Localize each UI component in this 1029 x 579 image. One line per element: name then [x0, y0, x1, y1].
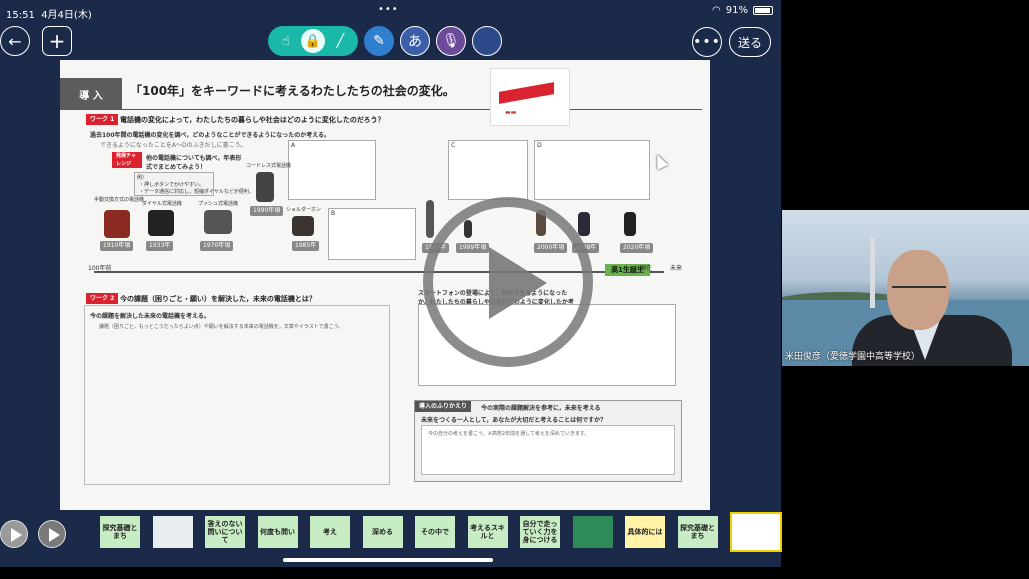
thumbnail-card[interactable]: 何度も問い: [257, 516, 298, 548]
answer-box-d[interactable]: D: [534, 140, 650, 200]
answer-box-a[interactable]: A: [288, 140, 376, 200]
example-box: 例） ・押しボタンでかけやすい。 ・データ通信に対応し，短縮ダイヤルなどが便利。: [134, 172, 254, 196]
timeline-now: 現在: [640, 265, 653, 272]
thumbnail-card[interactable]: 答えのない問いについて: [205, 516, 245, 548]
publisher-logo: ▬▬: [490, 68, 570, 126]
challenge-tag: 発展チャレンジ: [112, 152, 142, 168]
glasses-icon: [892, 286, 946, 296]
phone-label-2: ダイヤル式電話機: [142, 201, 182, 207]
ellipsis-icon: •••: [693, 34, 721, 50]
work1-step1: 過去100年間の電話機の変化を調べ，どのようなことができるようになったのか考える…: [90, 132, 331, 139]
reflection-box[interactable]: 導入のふりかえり 今の実際の課題解決を参考に，未来を考える 未来をつくる一人とし…: [414, 400, 682, 482]
thumbnail-replay-button[interactable]: [38, 520, 66, 548]
status-time: 15:51 4月4日(木): [6, 10, 92, 21]
thumbnail-card[interactable]: 考えるスキルと: [467, 516, 508, 548]
timeline-start: 100年前: [88, 265, 112, 272]
later-year-5: 2020年頃: [620, 243, 654, 253]
reflection-tag: 導入のふりかえり: [415, 401, 472, 412]
wifi-icon: ◠: [712, 5, 721, 16]
phone-label-1: 手動交換方式の電話機: [94, 197, 145, 203]
work1-question: 電話機の変化によって，わたしたちの暮らしや社会はどのように変化したのだろう？: [120, 116, 385, 124]
speaker-caption: 米田俊彦（愛徳学園中高等学校）: [785, 352, 921, 362]
home-indicator: [283, 558, 493, 562]
phone-image-5: [292, 216, 314, 236]
phone-label-5: ショルダーホン: [286, 207, 322, 213]
back-arrow-icon: ←: [8, 31, 22, 51]
later-phone-4: [578, 212, 590, 236]
thumbnail-card[interactable]: [572, 516, 613, 548]
title-underline: [122, 109, 702, 110]
thumbnail-card[interactable]: 探究基礎とまち: [100, 516, 140, 548]
tool-group: ☝ 🔒 ╱: [268, 26, 358, 56]
page-title: 「100年」をキーワードに考えるわたしたちの社会の変化。: [130, 84, 455, 98]
send-button[interactable]: 送る: [729, 27, 771, 57]
thumbnail-card[interactable]: [730, 512, 782, 552]
back-button[interactable]: ←: [0, 26, 30, 56]
thumbnail-card[interactable]: 探究基礎とまち: [677, 516, 718, 548]
reflection-answer-area[interactable]: 今の自分の考えを書こう。※高校2年間を通して考えを深めていきます。: [421, 425, 675, 475]
hand-pointer-icon[interactable]: ☝: [274, 29, 298, 53]
status-right: ◠ 91%: [712, 5, 773, 16]
speaker-video-feed: 米田俊彦（愛徳学園中高等学校）: [782, 210, 1029, 366]
phone-label-4: コードレス式電話機: [246, 163, 292, 169]
timeline-future: 未来: [670, 265, 683, 272]
work1-tag: ワーク 1: [86, 114, 119, 125]
play-icon: [489, 247, 547, 319]
voice-input-button[interactable]: 🎙: [436, 26, 466, 56]
later-phone-5: [624, 212, 636, 236]
tablet-screen: 15:51 4月4日(木) ••• ◠ 91% ← + ☝ 🔒 ╱ ✎ あ 🎙 …: [0, 0, 782, 567]
multitask-dots[interactable]: •••: [378, 4, 399, 15]
later-phone-1: [426, 200, 434, 238]
bridge-tower: [870, 238, 875, 308]
phone-image-2: [148, 210, 174, 236]
thumbnail-play-button[interactable]: [0, 520, 28, 548]
worksheet-document[interactable]: 導 入 「100年」をキーワードに考えるわたしたちの社会の変化。 ▬▬ ワーク …: [60, 60, 710, 512]
pen-tool-button[interactable]: ✎: [364, 26, 394, 56]
thumbnail-card[interactable]: 具体的には: [625, 516, 665, 548]
year-badge-1: 1910年頃: [100, 241, 134, 251]
thumbnail-card[interactable]: [152, 516, 193, 548]
text-input-button[interactable]: あ: [400, 26, 430, 56]
thumbnail-card[interactable]: 自分で走っていく力を身につける: [520, 516, 560, 548]
thumbnail-card[interactable]: その中で: [415, 516, 455, 548]
hiragana-a-icon: あ: [408, 34, 422, 50]
work2-answer-area[interactable]: 課題（困りごと，もっとこうだったらよい点）や願いを解決する未来の電話機を，文章や…: [84, 305, 390, 485]
marker-icon[interactable]: ╱: [328, 29, 352, 53]
battery-icon: [753, 6, 773, 15]
battery-percent: 91%: [725, 5, 748, 16]
phone-image-1: [104, 210, 130, 238]
thumbnail-card[interactable]: 考え: [310, 516, 350, 548]
work1-step1-note: できるようになったことをA〜Dのふきだしに書こう。: [100, 142, 247, 149]
reflection-question: 未来をつくる一人として，あなたが大切だと考えることは何ですか？: [421, 417, 607, 424]
video-play-button[interactable]: [423, 197, 593, 367]
section-tag: 導 入: [60, 78, 122, 110]
shape-tool-button[interactable]: [472, 26, 502, 56]
year-badge-2: 1933年: [146, 241, 174, 251]
reflection-text: 今の実際の課題解決を参考に，未来を考える: [481, 405, 601, 412]
add-button[interactable]: +: [42, 26, 72, 56]
thumbnail-card[interactable]: 深める: [362, 516, 403, 548]
phone-image-3: [204, 210, 232, 234]
phone-image-4: [256, 172, 274, 202]
status-bar: 15:51 4月4日(木) ••• ◠ 91%: [0, 0, 781, 22]
work2-question: 今の課題（困りごと・願い）を解決した，未来の電話機とは？: [120, 295, 316, 303]
year-badge-5: 1985年: [292, 241, 320, 251]
phone-label-3: プッシュ式電話機: [198, 201, 239, 207]
lock-icon[interactable]: 🔒: [300, 29, 325, 53]
answer-box-b[interactable]: B: [328, 208, 416, 260]
year-badge-4: 1990年頃: [250, 206, 284, 216]
answer-box-c[interactable]: C: [448, 140, 528, 200]
year-badge-3: 1970年頃: [200, 241, 234, 251]
work2-tag: ワーク 2: [86, 293, 119, 304]
challenge-text: 他の電話機についても調べ，年表形式でまとめてみよう！: [146, 155, 242, 171]
microphone-icon: 🎙: [442, 33, 460, 49]
pen-icon: ✎: [373, 33, 385, 49]
plus-icon: +: [48, 29, 66, 53]
more-button[interactable]: •••: [692, 27, 722, 57]
